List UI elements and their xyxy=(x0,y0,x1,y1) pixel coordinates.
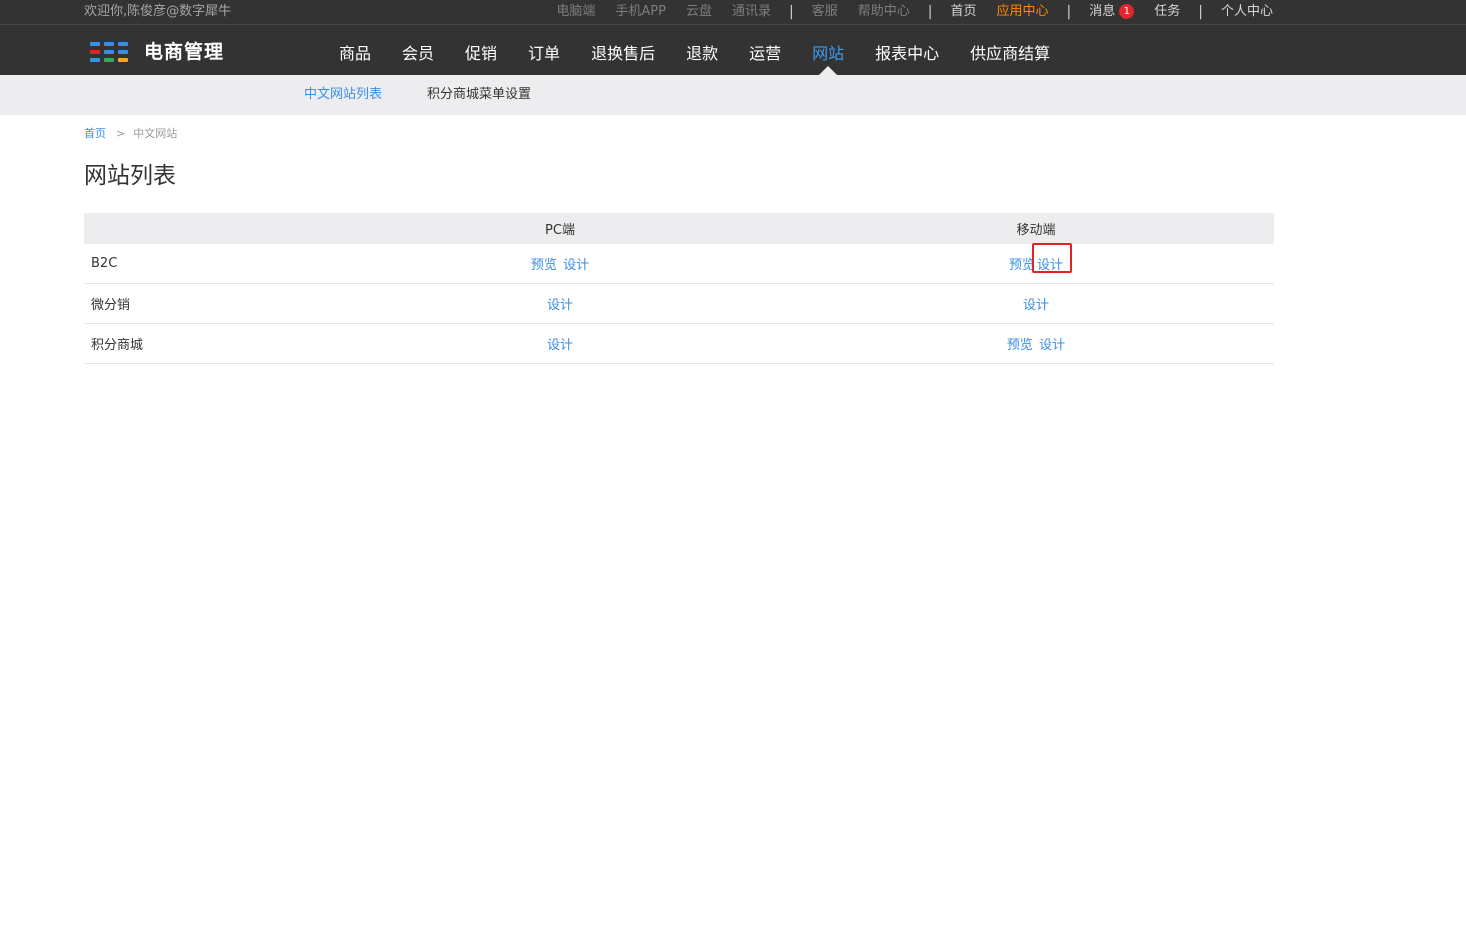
subnav-points-mall-menu[interactable]: 积分商城菜单设置 xyxy=(427,87,531,103)
link-cloud-disk[interactable]: 云盘 xyxy=(686,3,712,21)
pc-design-link[interactable]: 设计 xyxy=(547,298,573,313)
table-row: B2C 预览 设计 预览 设计 xyxy=(84,243,1274,284)
separator: | xyxy=(1066,4,1072,20)
top-header: 欢迎你,陈俊彦@数字犀牛 电脑端 手机APP 云盘 通讯录 | 客服 帮助中心 … xyxy=(0,0,1466,75)
main-nav: 商品 会员 促销 订单 退换售后 退款 运营 网站 报表中心 供应商结算 xyxy=(325,40,1067,75)
welcome-text: 欢迎你,陈俊彦@数字犀牛 xyxy=(84,4,232,19)
nav-orders[interactable]: 订单 xyxy=(514,40,574,68)
separator: | xyxy=(1198,4,1203,20)
link-messages[interactable]: 消息 1 xyxy=(1089,3,1135,21)
link-help-center[interactable]: 帮助中心 xyxy=(858,3,910,21)
app-title: 电商管理 xyxy=(144,41,225,63)
table-header-row: PC端 移动端 xyxy=(84,213,1274,244)
nav-products[interactable]: 商品 xyxy=(325,40,385,68)
column-header-mobile: 移动端 xyxy=(798,213,1274,244)
mobile-preview-link[interactable]: 预览 xyxy=(1007,338,1033,353)
mobile-actions: 设计 xyxy=(798,283,1274,324)
nav-reports[interactable]: 报表中心 xyxy=(861,40,953,68)
subnav-chinese-site-list[interactable]: 中文网站列表 xyxy=(304,87,382,103)
grid-logo-icon xyxy=(90,41,128,63)
site-table: PC端 移动端 B2C 预览 设计 预览 设计 微分销 设计 设计 积分商城 设… xyxy=(84,213,1274,364)
table-row: 积分商城 设计 预览 设计 xyxy=(84,323,1274,364)
nav-operations[interactable]: 运营 xyxy=(735,40,795,68)
breadcrumb: 首页 > 中文网站 xyxy=(84,127,177,141)
link-app-center[interactable]: 应用中心 xyxy=(997,3,1049,21)
nav-returns[interactable]: 退换售后 xyxy=(577,40,669,68)
highlight-box: 设计 xyxy=(1031,243,1073,273)
separator: | xyxy=(789,4,794,20)
app-logo[interactable]: 电商管理 xyxy=(90,38,224,66)
sub-nav: 中文网站列表 积分商城菜单设置 xyxy=(0,75,1466,115)
pc-actions: 设计 xyxy=(322,283,798,324)
messages-label: 消息 xyxy=(1089,4,1116,19)
pc-design-link[interactable]: 设计 xyxy=(547,338,573,353)
site-name: 微分销 xyxy=(84,283,322,324)
utility-links: 电脑端 手机APP 云盘 通讯录 | 客服 帮助中心 | 首页 应用中心 | 消… xyxy=(536,3,1273,21)
pc-actions: 预览 设计 xyxy=(322,244,798,284)
column-header-name xyxy=(84,213,322,244)
pc-design-link[interactable]: 设计 xyxy=(563,258,589,273)
pc-preview-link[interactable]: 预览 xyxy=(531,258,557,273)
column-header-pc: PC端 xyxy=(322,213,798,244)
message-count-badge: 1 xyxy=(1119,4,1135,19)
pc-actions: 设计 xyxy=(322,323,798,364)
page-title: 网站列表 xyxy=(84,163,176,189)
top-utility-bar: 欢迎你,陈俊彦@数字犀牛 电脑端 手机APP 云盘 通讯录 | 客服 帮助中心 … xyxy=(0,0,1466,25)
mobile-actions: 预览 设计 xyxy=(798,323,1274,364)
breadcrumb-separator: > xyxy=(116,127,126,140)
mobile-design-link[interactable]: 设计 xyxy=(1039,338,1065,353)
link-contacts[interactable]: 通讯录 xyxy=(732,3,771,21)
link-desktop[interactable]: 电脑端 xyxy=(556,3,595,21)
breadcrumb-current: 中文网站 xyxy=(133,127,178,140)
link-mobile-app[interactable]: 手机APP xyxy=(615,3,666,21)
link-customer-service[interactable]: 客服 xyxy=(812,3,838,21)
nav-refunds[interactable]: 退款 xyxy=(672,40,732,68)
site-name: B2C xyxy=(84,244,322,284)
link-personal-center[interactable]: 个人中心 xyxy=(1221,3,1273,21)
nav-members[interactable]: 会员 xyxy=(388,40,448,68)
site-name: 积分商城 xyxy=(84,323,322,364)
link-home[interactable]: 首页 xyxy=(950,3,976,21)
nav-supplier-settlement[interactable]: 供应商结算 xyxy=(956,40,1064,68)
separator: | xyxy=(927,4,933,20)
mobile-actions: 预览 设计 xyxy=(798,243,1274,284)
mobile-design-link[interactable]: 设计 xyxy=(1037,258,1063,273)
nav-promotions[interactable]: 促销 xyxy=(451,40,511,68)
link-tasks[interactable]: 任务 xyxy=(1154,3,1180,21)
nav-website[interactable]: 网站 xyxy=(798,40,858,75)
breadcrumb-home[interactable]: 首页 xyxy=(84,127,106,140)
mobile-design-link[interactable]: 设计 xyxy=(1023,298,1049,313)
table-row: 微分销 设计 设计 xyxy=(84,283,1274,324)
